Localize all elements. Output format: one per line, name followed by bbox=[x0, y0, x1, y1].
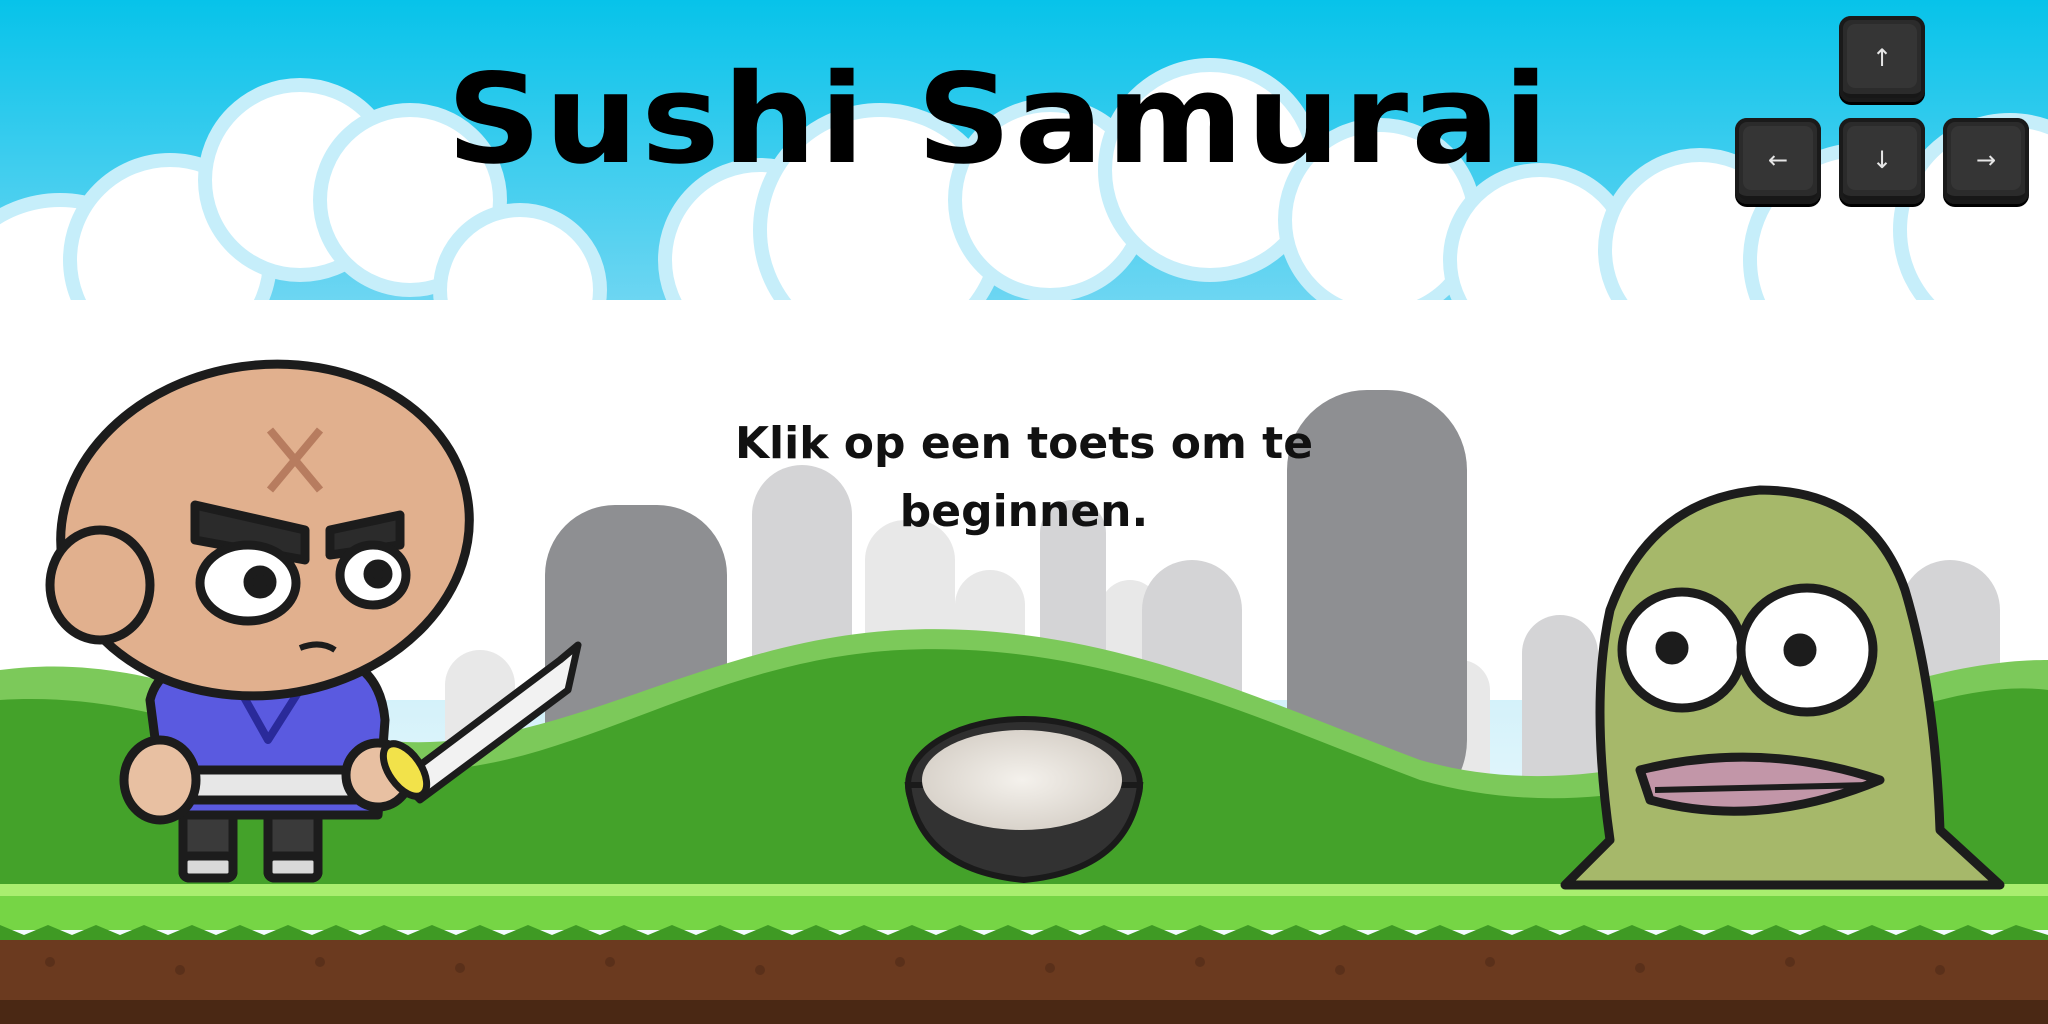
arrow-down-key-icon[interactable]: ↓ bbox=[1839, 118, 1925, 204]
arrow-right-key-icon[interactable]: → bbox=[1943, 118, 2029, 204]
arrow-up-glyph: ↑ bbox=[1871, 44, 1893, 72]
game-title-text: Sushi Samurai bbox=[446, 48, 1552, 192]
grass bbox=[0, 896, 2048, 930]
arrow-left-glyph: ← bbox=[1767, 146, 1789, 174]
arrow-left-key-icon[interactable]: ← bbox=[1735, 118, 1821, 204]
game-stage[interactable]: Sushi Samurai Klik op een toets om te be… bbox=[0, 0, 2048, 1024]
dirt-dark bbox=[0, 1000, 2048, 1024]
start-instruction: Klik op een toets om te beginnen. bbox=[734, 418, 1314, 537]
arrow-down-glyph: ↓ bbox=[1871, 146, 1893, 174]
arrow-right-glyph: → bbox=[1975, 146, 1997, 174]
arrow-up-key-icon[interactable]: ↑ bbox=[1839, 16, 1925, 102]
